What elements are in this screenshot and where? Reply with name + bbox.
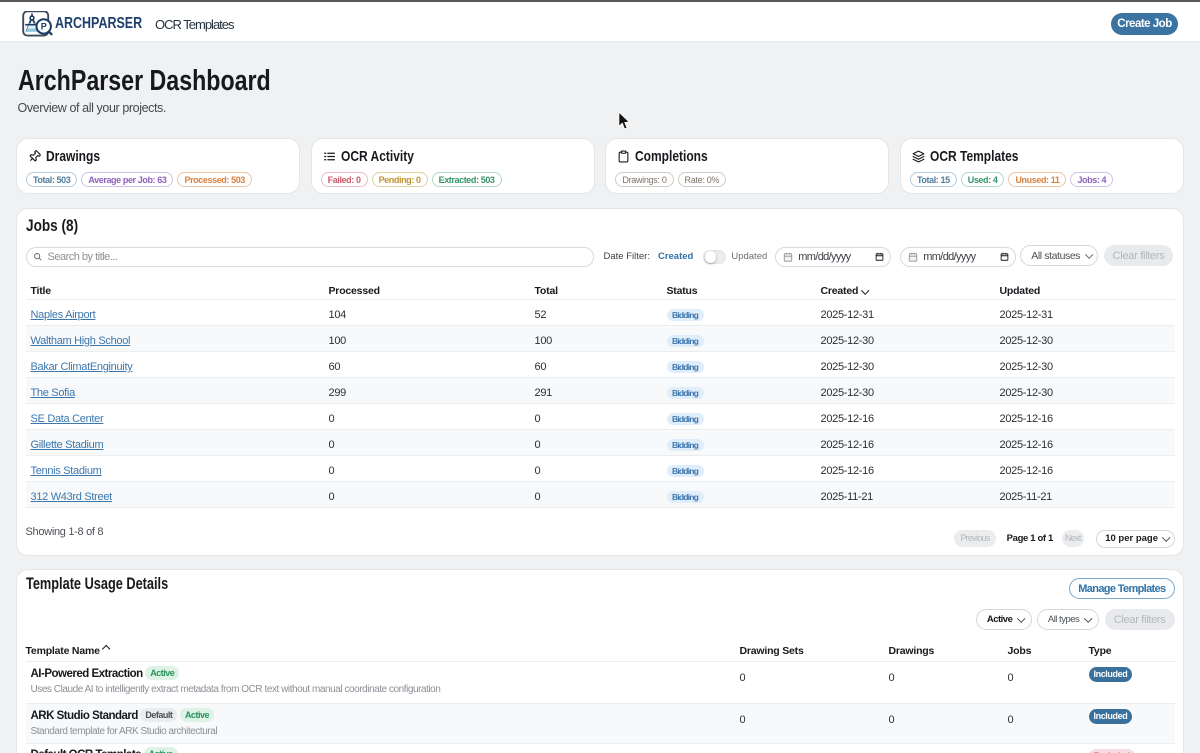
svg-text:P: P bbox=[41, 22, 47, 32]
